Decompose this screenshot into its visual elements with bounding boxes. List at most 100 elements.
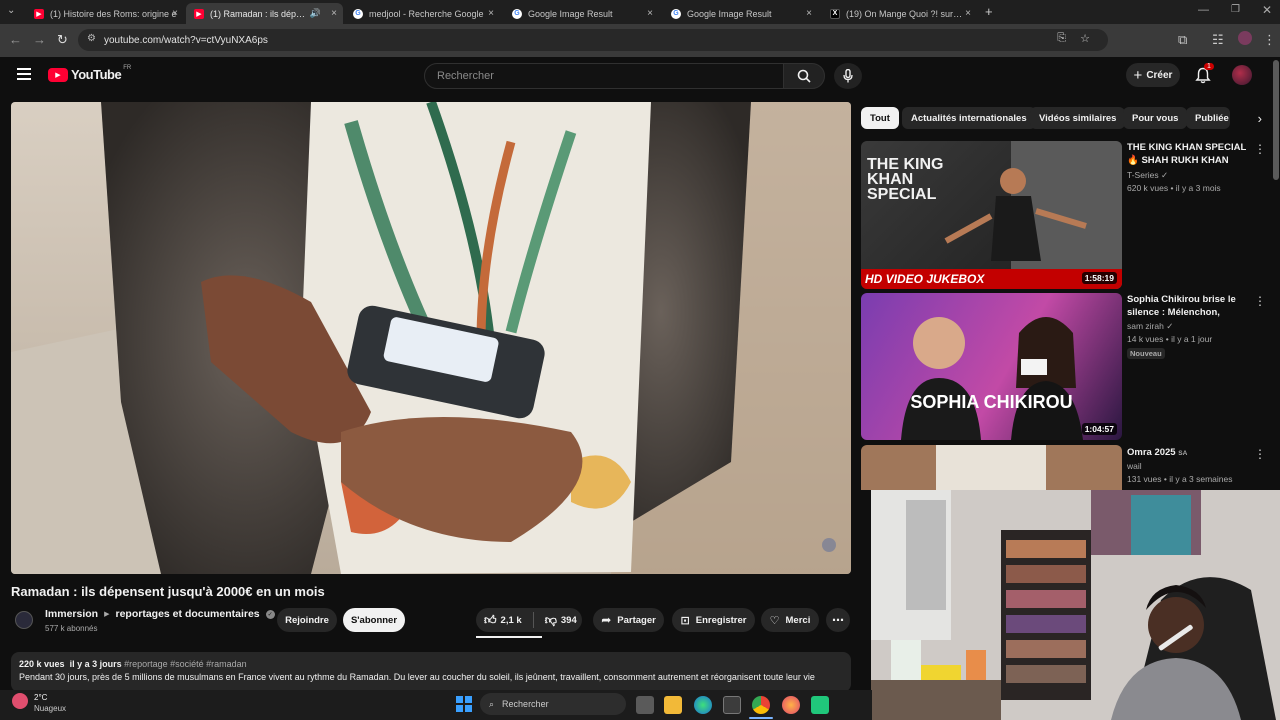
recommendation-thumbnail[interactable]: THE KING KHAN SPECIAL HD VIDEO JUKEBOX 1…	[861, 141, 1122, 289]
search-icon: ⌕	[489, 698, 495, 709]
reload-icon[interactable]: ↻	[57, 32, 68, 48]
tab-histoire-roms[interactable]: ▶ (1) Histoire des Roms: origine e ×	[26, 3, 184, 24]
hamburger-menu-icon[interactable]	[17, 68, 31, 80]
recommendation-channel[interactable]: wail	[1127, 460, 1142, 473]
windows-start-icon[interactable]	[456, 696, 472, 712]
notifications-button[interactable]: 1	[1195, 63, 1214, 89]
install-app-icon[interactable]: ⎘	[1057, 32, 1066, 45]
chip-international-news[interactable]: Actualités internationales	[902, 107, 1036, 129]
app-icon[interactable]	[811, 696, 829, 714]
minimize-icon[interactable]: —	[1198, 4, 1209, 16]
create-button[interactable]: + Créer	[1126, 63, 1180, 87]
tab-ramadan[interactable]: ▶ (1) Ramadan : ils dépense 🔊 ×	[186, 3, 343, 24]
edge-icon[interactable]	[694, 696, 712, 714]
close-tab-icon[interactable]: ×	[331, 8, 337, 19]
recommendation-thumbnail[interactable]	[861, 445, 1122, 490]
maximize-icon[interactable]: ❐	[1231, 4, 1240, 15]
url-bar[interactable]: ⚙ youtube.com/watch?v=ctVyuNXA6ps ⎘ ☆	[78, 29, 1108, 51]
profile-avatar[interactable]	[1238, 31, 1252, 45]
bookmark-star-icon[interactable]: ☆	[1080, 32, 1090, 45]
omra-thumbnail-art	[936, 445, 1046, 490]
channel-name[interactable]: Immersion	[45, 608, 98, 620]
youtube-logo-text: YouTube	[71, 67, 122, 82]
temperature: 2°C	[34, 693, 48, 702]
forward-icon[interactable]: →	[33, 32, 46, 47]
microphone-icon	[843, 69, 853, 83]
join-label: Rejoindre	[285, 614, 329, 626]
dislike-button[interactable]: 👎︎ 394	[545, 613, 577, 628]
share-button[interactable]: ➦ Partager	[593, 608, 664, 632]
bookmark-icon: ⊡	[680, 614, 690, 627]
search-icon	[797, 69, 811, 83]
verified-icon: ✓	[1166, 321, 1174, 331]
site-info-icon[interactable]: ⚙	[87, 33, 96, 44]
recommendation-thumbnail[interactable]: SOPHIA CHIKIROU 1:04:57	[861, 293, 1122, 440]
chrome-icon[interactable]	[752, 696, 770, 714]
browser-menu-icon[interactable]: ⋮	[1263, 32, 1276, 48]
channel-avatar[interactable]	[15, 611, 33, 629]
recommendation-menu-icon[interactable]: ⋮	[1254, 294, 1266, 308]
video-player[interactable]	[11, 102, 851, 574]
channel-subtitle[interactable]: reportages et documentaires	[116, 608, 260, 620]
more-actions-button[interactable]: ⋯	[826, 608, 850, 632]
taskbar-search[interactable]: ⌕ Rechercher	[480, 693, 626, 715]
description-box[interactable]: 220 k vues il y a 3 jours #reportage #so…	[11, 652, 851, 692]
recommendation-channel[interactable]: T-Series ✓	[1127, 169, 1168, 182]
voice-search-button[interactable]	[834, 63, 862, 89]
recommendation-channel[interactable]: sam zirah ✓	[1127, 320, 1173, 333]
chip-for-you[interactable]: Pour vous	[1123, 107, 1188, 129]
new-tab-button[interactable]: +	[985, 4, 993, 19]
chip-all[interactable]: Tout	[861, 107, 899, 129]
chip-similar-videos[interactable]: Vidéos similaires	[1030, 107, 1126, 129]
task-view-icon[interactable]	[636, 696, 654, 714]
recommendation-title[interactable]: Sophia Chikirou brise le silence : Mélen…	[1127, 293, 1249, 319]
tab-on-mange-quoi[interactable]: X (19) On Mange Quoi ?! sur X : " ×	[822, 3, 977, 24]
join-button[interactable]: Rejoindre	[277, 608, 337, 632]
webcam-scene	[871, 490, 1280, 720]
subscribe-button[interactable]: S'abonner	[343, 608, 405, 632]
firefox-icon[interactable]	[782, 696, 800, 714]
extensions-icon[interactable]: ⧉	[1178, 32, 1187, 48]
save-button[interactable]: ⊡ Enregistrer	[672, 608, 755, 632]
tab-search-icon[interactable]: ⌄	[7, 5, 15, 16]
hashtags[interactable]: #reportage #société #ramadan	[124, 659, 247, 669]
video-frame	[11, 102, 851, 574]
like-button[interactable]: 👍︎ 2,1 k	[484, 613, 522, 628]
recommendation-menu-icon[interactable]: ⋮	[1254, 447, 1266, 461]
search-button[interactable]	[783, 63, 825, 89]
close-tab-icon[interactable]: ×	[965, 8, 971, 19]
page-scrollbar-thumb[interactable]	[1273, 60, 1279, 180]
tab-medjool[interactable]: G medjool - Recherche Google ×	[345, 3, 500, 24]
file-explorer-icon[interactable]	[664, 696, 682, 714]
youtube-logo[interactable]: ▶ YouTube FR	[48, 65, 131, 82]
close-tab-icon[interactable]: ×	[806, 8, 812, 19]
speaker-icon[interactable]: 🔊	[310, 8, 321, 19]
search-input[interactable]: Rechercher	[424, 63, 784, 89]
weather-icon[interactable]	[12, 693, 28, 709]
recommendation-title[interactable]: Omra 2025 SA	[1127, 446, 1249, 460]
recommendation-title[interactable]: THE KING KHAN SPECIAL 🔥 SHAH RUKH KHAN H…	[1127, 141, 1249, 167]
close-window-icon[interactable]: ✕	[1262, 3, 1272, 17]
channel-name-row[interactable]: Immersion ▶ reportages et documentaires …	[45, 608, 275, 620]
chips-next-button[interactable]: ›	[1230, 106, 1262, 130]
back-icon[interactable]: ←	[9, 32, 22, 47]
video-title: Ramadan : ils dépensent jusqu'à 2000€ en…	[11, 584, 325, 599]
tab-google-image-2[interactable]: G Google Image Result ×	[663, 3, 818, 24]
browser-tab-bar: ⌄ ▶ (1) Histoire des Roms: origine e × ▶…	[0, 0, 1280, 24]
x-favicon-icon: X	[830, 8, 840, 19]
dislike-count: 394	[560, 614, 577, 626]
chip-published[interactable]: Publiée	[1186, 107, 1230, 129]
account-avatar[interactable]	[1232, 65, 1252, 85]
save-label: Enregistrer	[695, 614, 747, 626]
thanks-button[interactable]: ♡ Merci	[761, 608, 819, 632]
channel-name[interactable]: T-Series	[1127, 170, 1159, 180]
recommendation-menu-icon[interactable]: ⋮	[1254, 142, 1266, 156]
close-tab-icon[interactable]: ×	[172, 8, 178, 19]
channel-name[interactable]: sam zirah	[1127, 321, 1164, 331]
webcam-overlay	[871, 490, 1280, 720]
store-icon[interactable]	[723, 696, 741, 714]
close-tab-icon[interactable]: ×	[647, 8, 653, 19]
profile-switch-icon[interactable]: ☷	[1212, 32, 1224, 48]
tab-google-image-1[interactable]: G Google Image Result ×	[504, 3, 659, 24]
close-tab-icon[interactable]: ×	[488, 8, 494, 19]
